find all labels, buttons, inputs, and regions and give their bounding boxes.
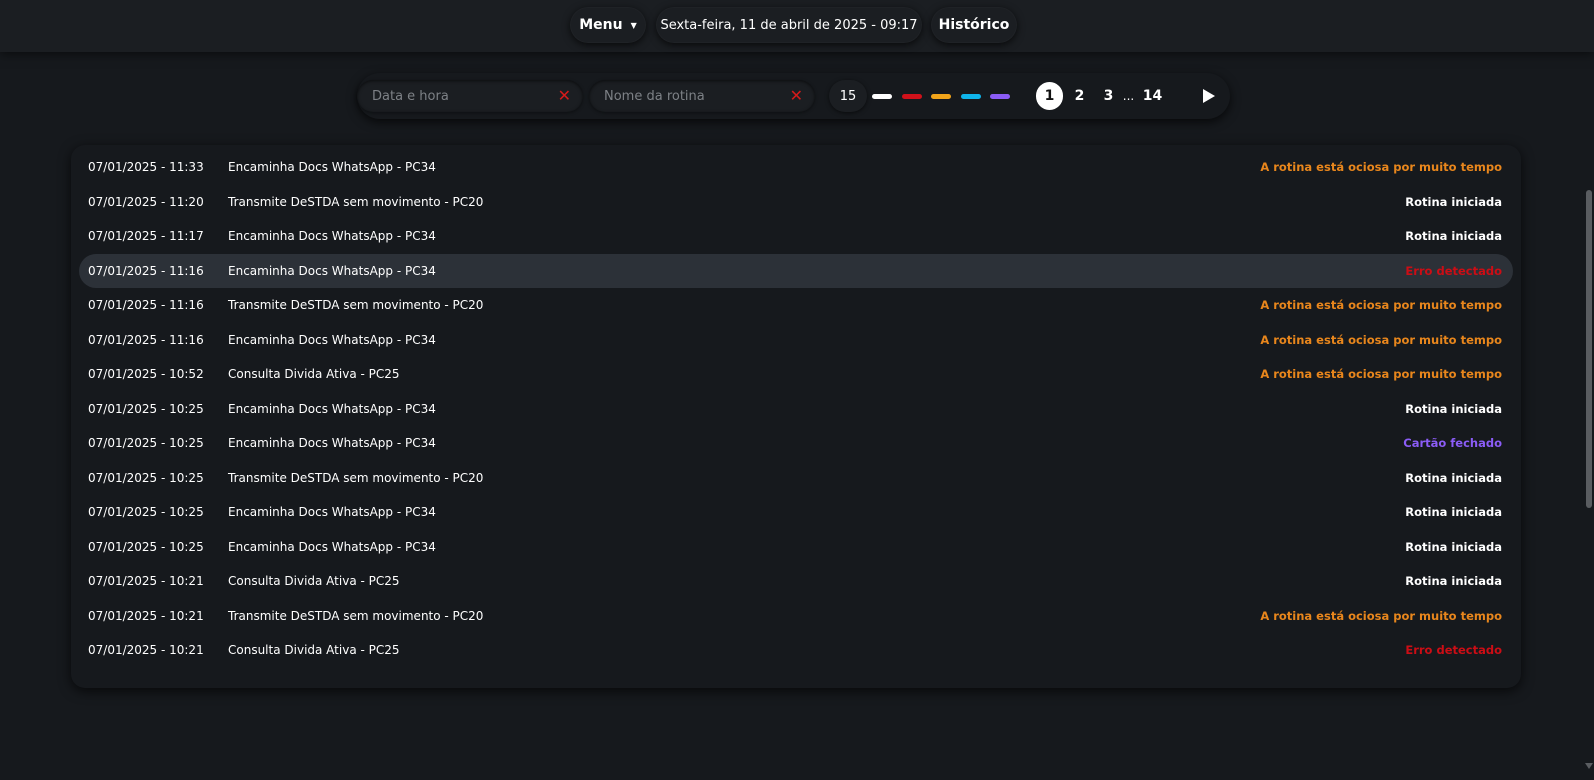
row-status: Cartão fechado [1403, 436, 1502, 450]
row-status: A rotina está ociosa por muito tempo [1260, 608, 1502, 623]
row-datetime: 07/01/2025 - 10:25 [88, 401, 204, 416]
datetime-filter-input[interactable] [357, 88, 547, 104]
table-row[interactable]: 07/01/2025 - 10:21 Consulta Divida Ativa … [79, 633, 1513, 667]
history-button[interactable]: Histórico [931, 7, 1017, 43]
row-status: Rotina iniciada [1405, 505, 1502, 519]
log-list: 07/01/2025 - 11:33 Encaminha Docs WhatsAp… [71, 145, 1521, 688]
row-routine-name: Transmite DeSTDA sem movimento - PC20 [228, 298, 484, 312]
row-datetime: 07/01/2025 - 10:25 [88, 539, 204, 554]
page-1-label: 1 [1044, 88, 1055, 104]
row-datetime: 07/01/2025 - 11:20 [88, 194, 204, 209]
table-row[interactable]: 07/01/2025 - 10:25 Encaminha Docs WhatsAp… [79, 426, 1513, 460]
row-status: Rotina iniciada [1405, 194, 1502, 209]
table-row[interactable]: 07/01/2025 - 10:25 Encaminha Docs WhatsAp… [79, 530, 1513, 564]
row-routine-name: Encaminha Docs WhatsApp - PC34 [228, 160, 436, 174]
row-routine-name: Transmite DeSTDA sem movimento - PC20 [228, 470, 484, 485]
top-bar: Menu ▼ Sexta-feira, 11 de abril de 2025 … [0, 0, 1594, 52]
row-status: Rotina iniciada [1405, 401, 1502, 416]
table-row[interactable]: 07/01/2025 - 11:17 Encaminha Docs WhatsAp… [79, 219, 1513, 253]
row-status: A rotina está ociosa por muito tempo [1260, 367, 1502, 381]
red-status-filter[interactable] [901, 94, 922, 99]
table-row[interactable]: 07/01/2025 - 10:25 Encaminha Docs WhatsAp… [79, 392, 1513, 426]
datetime-filter: ✕ [357, 80, 583, 112]
menu-button[interactable]: Menu ▼ [570, 7, 646, 43]
row-status: A rotina está ociosa por muito tempo [1260, 160, 1502, 174]
orange-status-filter[interactable] [931, 94, 951, 99]
current-date-display: Sexta-feira, 11 de abril de 2025 - 09:17 [656, 7, 922, 43]
row-routine-name: Consulta Divida Ativa - PC25 [228, 574, 400, 588]
row-datetime: 07/01/2025 - 10:25 [88, 470, 204, 485]
pagination-ellipsis: ... [1115, 82, 1142, 110]
row-status: Rotina iniciada [1405, 574, 1502, 588]
row-datetime: 07/01/2025 - 11:16 [88, 298, 204, 312]
history-label: Histórico [938, 17, 1010, 33]
row-status: Rotina iniciada [1405, 470, 1502, 485]
row-datetime: 07/01/2025 - 10:25 [88, 505, 204, 519]
page-2-button[interactable]: 2 [1066, 82, 1093, 110]
table-row[interactable]: 07/01/2025 - 10:25 Encaminha Docs WhatsAp… [79, 495, 1513, 529]
row-datetime: 07/01/2025 - 10:21 [88, 608, 204, 623]
row-status: Rotina iniciada [1405, 229, 1502, 243]
table-row[interactable]: 07/01/2025 - 10:21 Transmite DeSTDA sem m… [79, 599, 1513, 633]
row-status: Rotina iniciada [1405, 539, 1502, 554]
scroll-down-arrow-icon[interactable] [1585, 763, 1593, 769]
row-routine-name: Consulta Divida Ativa - PC25 [228, 643, 400, 657]
row-status: A rotina está ociosa por muito tempo [1260, 332, 1502, 347]
table-row[interactable]: 07/01/2025 - 11:16 Encaminha Docs WhatsAp… [79, 323, 1513, 357]
row-status: A rotina está ociosa por muito tempo [1260, 298, 1502, 312]
table-row[interactable]: 07/01/2025 - 11:16 Encaminha Docs WhatsAp… [79, 253, 1513, 288]
row-routine-name: Consulta Divida Ativa - PC25 [228, 367, 400, 381]
scrollbar-thumb[interactable] [1586, 190, 1592, 508]
table-row[interactable]: 07/01/2025 - 11:20 Transmite DeSTDA sem m… [79, 185, 1513, 219]
purple-status-filter[interactable] [990, 94, 1010, 99]
row-routine-name: Encaminha Docs WhatsApp - PC34 [228, 539, 436, 554]
clear-routine-icon[interactable]: ✕ [790, 86, 803, 106]
table-row[interactable]: 07/01/2025 - 10:25 Transmite DeSTDA sem m… [79, 461, 1513, 495]
current-date-text: Sexta-feira, 11 de abril de 2025 - 09:17 [660, 17, 918, 33]
row-status: Erro detectado [1405, 263, 1502, 278]
row-routine-name: Transmite DeSTDA sem movimento - PC20 [228, 194, 484, 209]
per-page-value: 15 [839, 88, 857, 104]
row-datetime: 07/01/2025 - 11:17 [88, 229, 204, 243]
row-routine-name: Encaminha Docs WhatsApp - PC34 [228, 263, 436, 278]
menu-label: Menu [579, 17, 623, 33]
page-last-button[interactable]: 14 [1139, 82, 1166, 110]
page-2-label: 2 [1074, 88, 1085, 104]
filter-bar: ✕ ✕ 15 1 2 3 ... 14 [357, 73, 1230, 119]
caret-down-icon: ▼ [630, 20, 637, 30]
page-3-label: 3 [1103, 88, 1114, 104]
page-1-button[interactable]: 1 [1036, 82, 1063, 110]
row-status: Erro detectado [1405, 643, 1502, 657]
table-row[interactable]: 07/01/2025 - 10:52 Consulta Divida Ativa … [79, 357, 1513, 391]
clear-datetime-icon[interactable]: ✕ [558, 86, 571, 106]
per-page-selector[interactable]: 15 [829, 80, 867, 112]
row-datetime: 07/01/2025 - 10:21 [88, 643, 204, 657]
page-last-label: 14 [1142, 88, 1163, 104]
row-datetime: 07/01/2025 - 11:16 [88, 263, 204, 278]
row-routine-name: Encaminha Docs WhatsApp - PC34 [228, 436, 436, 450]
routine-filter-input[interactable] [589, 88, 779, 104]
white-status-filter[interactable] [872, 94, 892, 99]
row-routine-name: Encaminha Docs WhatsApp - PC34 [228, 505, 436, 519]
row-datetime: 07/01/2025 - 11:33 [88, 160, 204, 174]
row-routine-name: Encaminha Docs WhatsApp - PC34 [228, 229, 436, 243]
blue-status-filter[interactable] [960, 94, 981, 99]
row-routine-name: Encaminha Docs WhatsApp - PC34 [228, 401, 436, 416]
row-datetime: 07/01/2025 - 10:52 [88, 367, 204, 381]
row-datetime: 07/01/2025 - 11:16 [88, 332, 204, 347]
routine-filter: ✕ [589, 80, 815, 112]
row-routine-name: Transmite DeSTDA sem movimento - PC20 [228, 608, 484, 623]
row-datetime: 07/01/2025 - 10:21 [88, 574, 204, 588]
row-datetime: 07/01/2025 - 10:25 [88, 436, 204, 450]
ellipsis-label: ... [1122, 89, 1135, 103]
table-row[interactable]: 07/01/2025 - 10:21 Consulta Divida Ativa … [79, 564, 1513, 598]
table-row[interactable]: 07/01/2025 - 11:16 Transmite DeSTDA sem m… [79, 288, 1513, 322]
next-page-icon[interactable] [1201, 87, 1217, 105]
row-routine-name: Encaminha Docs WhatsApp - PC34 [228, 332, 436, 347]
table-row[interactable]: 07/01/2025 - 11:33 Encaminha Docs WhatsAp… [79, 150, 1513, 184]
